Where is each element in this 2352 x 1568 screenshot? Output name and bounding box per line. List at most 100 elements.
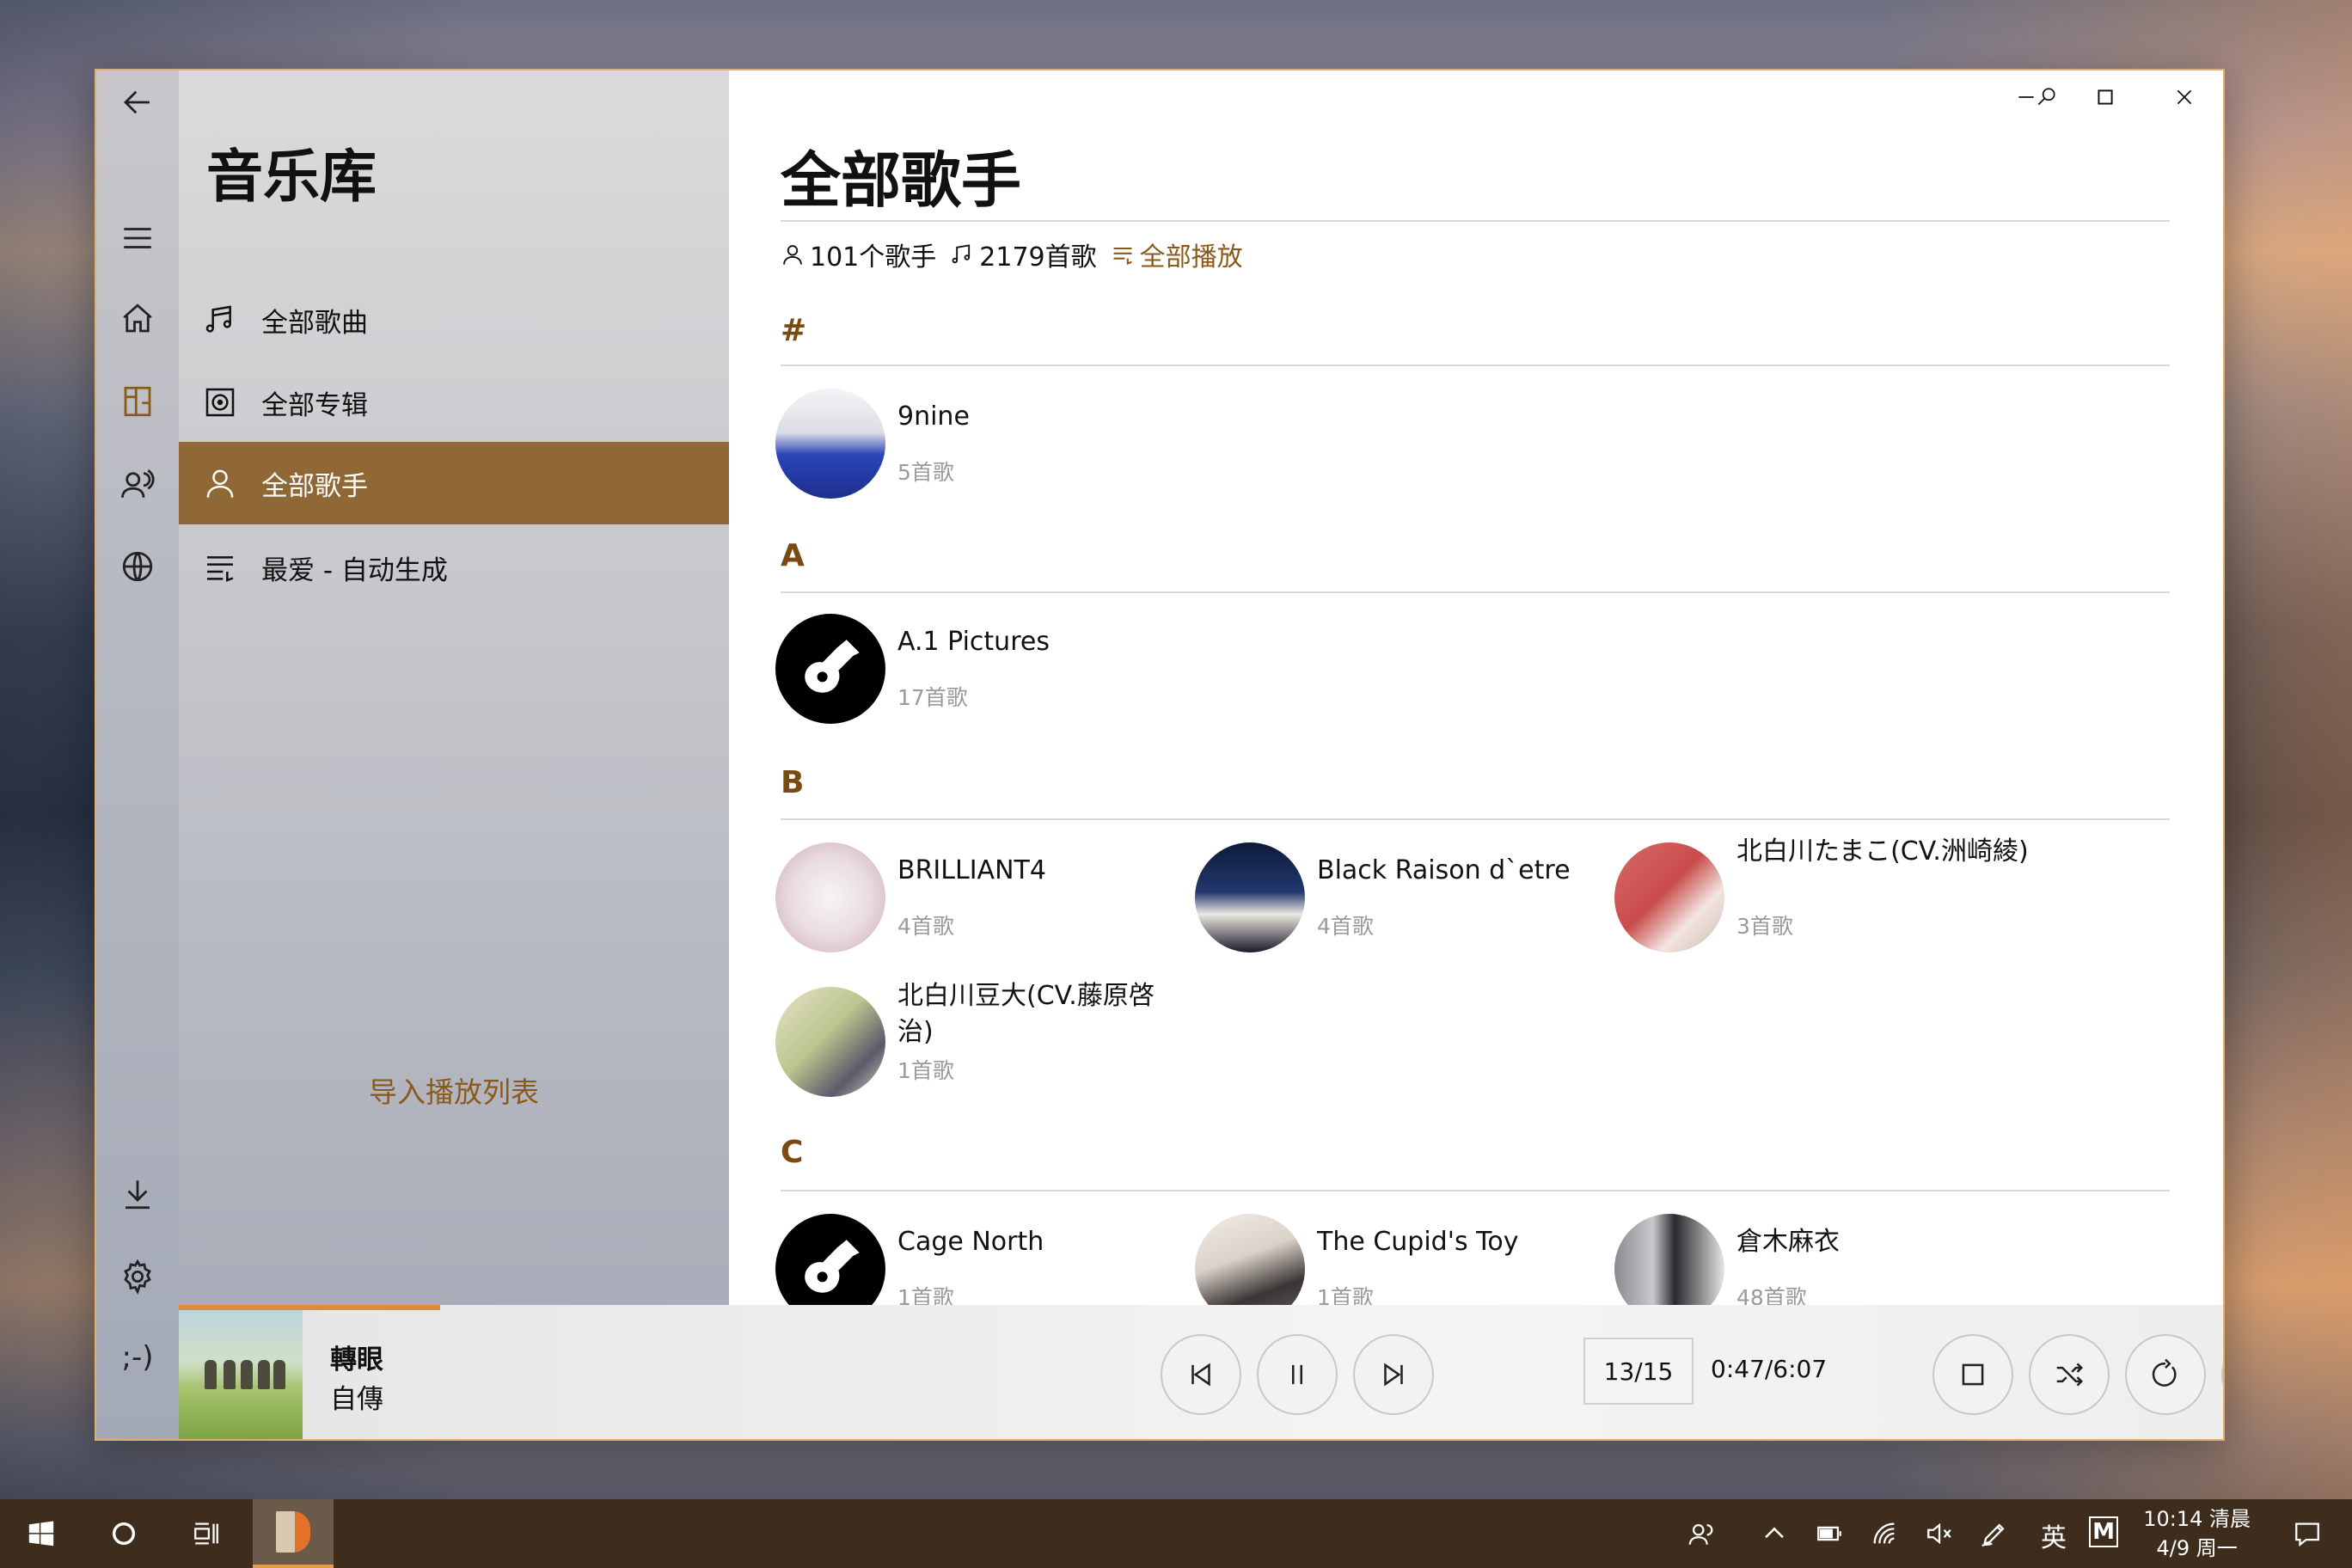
nav-title: 音乐库 xyxy=(206,144,377,210)
section-letter: # xyxy=(781,313,807,348)
artist-name: 9nine xyxy=(897,401,970,432)
stop-button[interactable] xyxy=(1932,1334,2013,1415)
next-button[interactable] xyxy=(1353,1334,1434,1415)
artist-name: BRILLIANT4 xyxy=(897,855,1046,885)
maximize-button[interactable] xyxy=(2067,70,2144,124)
maximize-icon xyxy=(2098,89,2113,105)
task-view-button[interactable] xyxy=(165,1499,248,1568)
artist-avatar xyxy=(775,842,885,952)
title-divider xyxy=(781,220,2170,222)
nav-item-all-albums[interactable]: 全部专辑 xyxy=(179,361,729,444)
artists-radio-button[interactable] xyxy=(96,445,179,523)
pause-icon xyxy=(1291,1364,1303,1385)
taskbar: 英 M 10:14 清晨 4/9 周一 xyxy=(0,1499,2352,1568)
app-window: ;-) 音乐库 全部歌曲 全部专辑 全部歌手 最爱 - 自动生成 导入播放列表 … xyxy=(95,69,2225,1441)
hamburger-menu-button[interactable] xyxy=(96,199,179,277)
online-button[interactable] xyxy=(96,528,179,605)
download-button[interactable] xyxy=(96,1155,179,1233)
shuffle-button[interactable] xyxy=(2029,1334,2110,1415)
nav-item-all-artists[interactable]: 全部歌手 xyxy=(179,442,729,524)
artist-name: 倉木麻衣 xyxy=(1736,1227,1840,1257)
artist-avatar xyxy=(1195,842,1305,952)
section-divider xyxy=(781,591,2170,593)
artist-item[interactable]: BRILLIANT4 4首歌 xyxy=(775,842,1188,954)
artist-item[interactable]: 北白川たまこ(CV.洲崎綾) 3首歌 xyxy=(1614,836,2029,954)
guitar-icon xyxy=(805,1240,860,1293)
artist-avatar xyxy=(775,389,885,499)
artist-song-count: 4首歌 xyxy=(897,914,954,939)
import-playlist-link[interactable]: 导入播放列表 xyxy=(179,1069,729,1111)
stop-icon xyxy=(1962,1363,1984,1386)
artist-song-count: 3首歌 xyxy=(1736,914,1793,939)
artist-item[interactable]: A.1 Pictures 17首歌 xyxy=(775,614,1188,726)
nav-item-label: 全部专辑 xyxy=(261,389,368,421)
start-button[interactable] xyxy=(0,1499,83,1568)
wink-emoticon-icon: ;-) xyxy=(121,1340,154,1375)
back-button[interactable] xyxy=(96,70,179,134)
pen-button[interactable] xyxy=(1960,1499,2029,1568)
progress-track[interactable] xyxy=(179,1305,2223,1310)
playlist-icon xyxy=(1113,247,1132,266)
artist-avatar xyxy=(775,614,885,724)
playlist-icon xyxy=(179,550,261,585)
gear-icon xyxy=(124,1259,151,1295)
navigation-pane: 音乐库 全部歌曲 全部专辑 全部歌手 最爱 - 自动生成 导入播放列表 xyxy=(179,70,729,1308)
library-stats: 101个歌手 2179首歌 全部播放 xyxy=(781,236,1257,273)
now-playing-bar: 轉眼 自傳 13/15 0:47/6:07 xyxy=(179,1305,2223,1439)
clock-date: 4/9 周一 xyxy=(2156,1536,2238,1560)
clock-time: 10:14 清晨 xyxy=(2143,1507,2251,1531)
taskbar-app-music[interactable] xyxy=(253,1499,334,1568)
previous-button[interactable] xyxy=(1161,1334,1241,1415)
pause-button[interactable] xyxy=(1257,1334,1338,1415)
wifi-icon xyxy=(1873,1522,1895,1544)
close-icon xyxy=(2177,89,2192,105)
artist-item[interactable]: 北白川豆大(CV.藤原啓治) 1首歌 xyxy=(775,981,1188,1099)
section-letter: A xyxy=(781,538,805,573)
task-view-icon xyxy=(194,1522,218,1545)
nav-item-label: 最爱 - 自动生成 xyxy=(261,554,448,586)
library-button[interactable] xyxy=(96,363,179,440)
person-broadcast-icon xyxy=(121,469,155,498)
action-center-button[interactable] xyxy=(2273,1499,2342,1568)
artist-avatar xyxy=(1614,842,1724,952)
windows-logo-icon xyxy=(28,1521,54,1547)
pen-icon xyxy=(1981,1523,2005,1547)
album-icon xyxy=(179,385,261,420)
next-icon xyxy=(1384,1363,1403,1387)
minimize-button[interactable] xyxy=(1988,70,2065,124)
album-cover[interactable] xyxy=(179,1310,303,1439)
nav-item-label: 全部歌曲 xyxy=(261,307,368,339)
repeat-button[interactable] xyxy=(2125,1334,2206,1415)
artist-name: Black Raison d`etre xyxy=(1317,855,1571,885)
artist-name: A.1 Pictures xyxy=(897,627,1050,657)
section-divider xyxy=(781,1190,2170,1191)
cortana-button[interactable] xyxy=(83,1499,165,1568)
artist-item[interactable]: Black Raison d`etre 4首歌 xyxy=(1195,842,1608,954)
battery-icon xyxy=(1817,1526,1841,1541)
section-divider xyxy=(781,818,2170,820)
play-all-button[interactable]: 全部播放 xyxy=(1111,236,1243,273)
music-notes-icon xyxy=(179,303,261,337)
home-button[interactable] xyxy=(96,280,179,358)
repeat-icon xyxy=(2152,1358,2177,1387)
settings-button[interactable] xyxy=(96,1238,179,1315)
artist-name: Cage North xyxy=(897,1227,1044,1257)
feedback-button[interactable]: ;-) xyxy=(96,1319,179,1396)
volume-button[interactable] xyxy=(2221,1334,2223,1415)
people-icon xyxy=(1688,1523,1713,1545)
nav-item-favorites[interactable]: 最爱 - 自动生成 xyxy=(179,526,729,609)
ime-mode-indicator[interactable]: M xyxy=(2089,1516,2118,1547)
people-button[interactable] xyxy=(1668,1499,1736,1568)
hamburger-icon xyxy=(124,228,151,248)
clock[interactable]: 10:14 清晨 4/9 周一 xyxy=(2143,1504,2251,1563)
artist-name: The Cupid's Toy xyxy=(1317,1227,1519,1257)
artist-item[interactable]: 9nine 5首歌 xyxy=(775,389,1188,500)
artist-count: 101个歌手 xyxy=(781,236,936,273)
close-button[interactable] xyxy=(2146,70,2223,124)
chevron-up-icon xyxy=(1765,1527,1784,1539)
nav-item-all-songs[interactable]: 全部歌曲 xyxy=(179,279,729,361)
ime-language-indicator[interactable]: 英 xyxy=(2041,1516,2067,1554)
artist-name: 北白川たまこ(CV.洲崎綾) xyxy=(1736,836,2029,867)
volume-muted-icon xyxy=(1927,1522,1951,1545)
track-counter[interactable]: 13/15 xyxy=(1583,1338,1694,1405)
